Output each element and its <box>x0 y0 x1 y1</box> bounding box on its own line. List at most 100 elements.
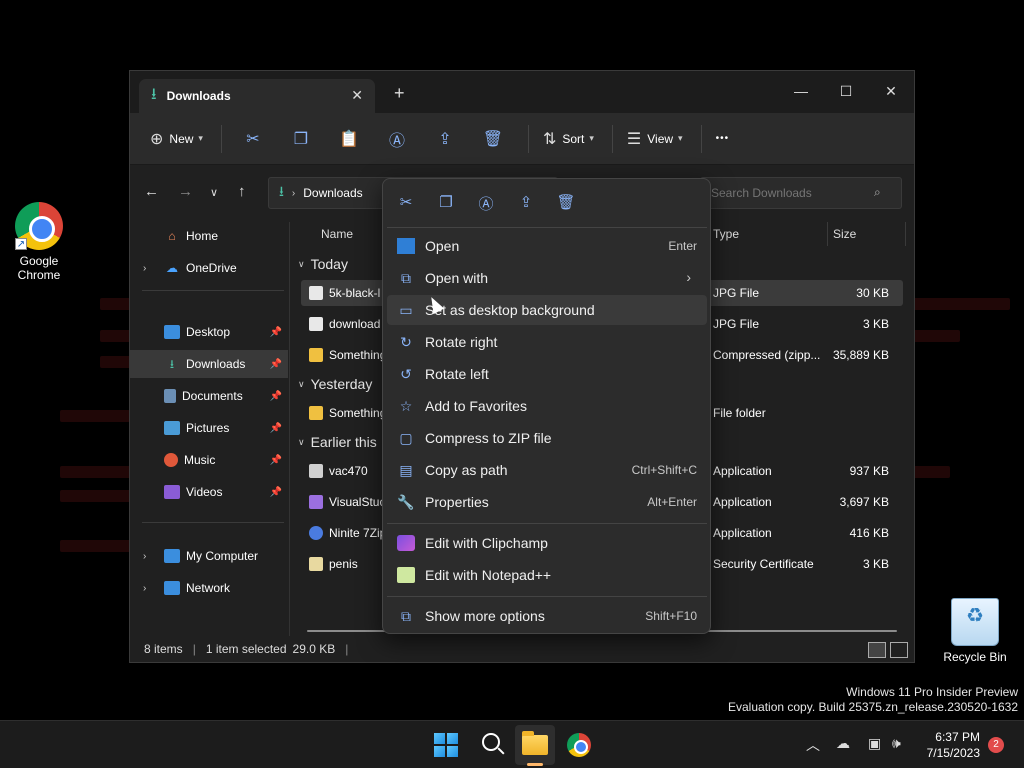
show-hidden-icons-chevron-icon[interactable]: ︿ <box>806 735 820 755</box>
column-header-size[interactable]: Size <box>833 227 856 241</box>
menu-item-open-with[interactable]: ⧉ Open with › <box>387 263 707 293</box>
cut-icon[interactable]: ✂ <box>236 129 270 149</box>
download-arrow-icon: ⭳ <box>151 85 157 103</box>
zip-folder-icon <box>309 348 323 362</box>
nav-item-label: Downloads <box>186 357 246 371</box>
delete-icon[interactable]: 🗑 <box>476 129 510 149</box>
menu-item-properties[interactable]: 🔧 Properties Alt+Enter <box>387 487 707 517</box>
sort-button-label: Sort <box>562 131 585 146</box>
nav-item-desktop[interactable]: Desktop 📌 <box>130 318 288 346</box>
menu-item-compress-zip[interactable]: ▢ Compress to ZIP file <box>387 423 707 453</box>
menu-item-copy-as-path[interactable]: ▤ Copy as path Ctrl+Shift+C <box>387 455 707 485</box>
delete-icon[interactable]: 🗑 <box>553 193 579 215</box>
menu-item-open[interactable]: Open Enter <box>387 231 707 261</box>
view-button[interactable]: ☰ View ▾ <box>627 129 683 149</box>
menu-item-rotate-right[interactable]: ↻ Rotate right <box>387 327 707 357</box>
certificate-icon <box>309 557 323 571</box>
taskbar-file-explorer[interactable] <box>521 731 549 759</box>
back-arrow-icon[interactable]: ← <box>144 183 159 200</box>
nav-item-documents[interactable]: Documents 📌 <box>130 382 288 410</box>
share-icon[interactable]: ⇪ <box>428 129 462 149</box>
sort-button[interactable]: ⇅ Sort ▾ <box>543 129 594 149</box>
volume-icon[interactable]: 🕪 <box>892 735 901 752</box>
menu-item-rotate-left[interactable]: ↺ Rotate left <box>387 359 707 389</box>
nav-item-videos[interactable]: Videos 📌 <box>130 478 288 506</box>
group-header-earlier[interactable]: ∨ Earlier this <box>298 434 377 450</box>
menu-item-show-more-options[interactable]: ⧉ Show more options Shift+F10 <box>387 601 707 631</box>
nav-item-my-computer[interactable]: › My Computer <box>130 542 288 570</box>
menu-item-add-to-favorites[interactable]: ☆ Add to Favorites <box>387 391 707 421</box>
nav-item-onedrive[interactable]: › ☁ OneDrive <box>130 254 288 282</box>
copy-icon[interactable]: ❐ <box>284 129 318 149</box>
system-clock[interactable]: 6:37 PM 7/15/2023 <box>920 729 980 761</box>
details-view-icon[interactable] <box>868 642 886 658</box>
file-type: File folder <box>713 406 766 420</box>
new-button[interactable]: ⊕ New ▾ <box>150 129 203 149</box>
onedrive-offline-icon[interactable]: ☁ <box>836 735 850 752</box>
paste-icon[interactable]: 📋 <box>332 129 366 149</box>
new-tab-button[interactable]: + <box>394 83 405 104</box>
document-icon <box>164 389 176 403</box>
star-icon: ☆ <box>399 398 413 414</box>
nav-item-music[interactable]: Music 📌 <box>130 446 288 474</box>
nav-item-pictures[interactable]: Pictures 📌 <box>130 414 288 442</box>
search-icon[interactable]: ⌕ <box>874 185 881 200</box>
desktop-icon-recycle-bin[interactable]: Recycle Bin <box>936 598 1014 664</box>
rename-icon[interactable]: Ⓐ <box>380 127 414 151</box>
expand-chevron-icon[interactable]: › <box>143 551 146 562</box>
close-window-button[interactable]: ✕ <box>868 76 914 106</box>
taskbar-chrome[interactable] <box>565 731 593 759</box>
large-icons-view-icon[interactable] <box>890 642 908 658</box>
up-arrow-icon[interactable]: ↑ <box>238 183 246 200</box>
search-input[interactable] <box>700 177 902 209</box>
nav-item-network[interactable]: › Network <box>130 574 288 602</box>
clock-date: 7/15/2023 <box>926 746 980 760</box>
pin-icon: 📌 <box>269 326 282 338</box>
share-icon[interactable]: ⇪ <box>513 193 539 215</box>
status-selected-count: 1 item selected <box>205 642 287 656</box>
menu-divider <box>387 523 707 524</box>
menu-item-label: Open with <box>425 270 489 286</box>
nav-item-downloads[interactable]: ⭳ Downloads 📌 <box>130 350 288 378</box>
copy-icon[interactable]: ❐ <box>433 193 459 215</box>
column-header-type[interactable]: Type <box>713 227 739 241</box>
column-header-name[interactable]: Name <box>321 227 353 241</box>
pin-icon: 📌 <box>269 390 282 402</box>
status-divider: | <box>345 642 349 656</box>
wrench-icon: 🔧 <box>397 494 415 510</box>
breadcrumb-downloads[interactable]: Downloads <box>303 186 362 200</box>
close-tab-icon[interactable]: ✕ <box>351 87 363 104</box>
search-button[interactable] <box>477 731 505 759</box>
watermark-line: Evaluation copy. Build 25375.zn_release.… <box>728 700 1018 714</box>
menu-item-edit-notepad-plus-plus[interactable]: Edit with Notepad++ <box>387 560 707 590</box>
context-menu: ✂ ❐ Ⓐ ⇪ 🗑 Open Enter ⧉ Open with › ▭ Set… <box>382 178 711 634</box>
rename-icon[interactable]: Ⓐ <box>473 193 499 215</box>
tab-bar: ⭳ Downloads ✕ + — ☐ ✕ <box>130 71 914 113</box>
menu-item-edit-clipchamp[interactable]: Edit with Clipchamp <box>387 528 707 558</box>
menu-item-shortcut: Alt+Enter <box>647 495 697 509</box>
tab-downloads[interactable]: ⭳ Downloads ✕ <box>139 79 375 113</box>
cut-icon[interactable]: ✂ <box>393 193 419 215</box>
file-name: 5k-black-l <box>329 286 381 300</box>
desktop-icon-label: Google Chrome <box>17 254 61 282</box>
group-header-yesterday[interactable]: ∨ Yesterday <box>298 376 372 392</box>
group-header-today[interactable]: ∨ Today <box>298 256 348 272</box>
column-divider[interactable] <box>905 222 906 246</box>
desktop-icon-chrome[interactable]: ↗ Google Chrome <box>0 202 78 282</box>
forward-arrow-icon[interactable]: → <box>178 183 193 200</box>
notification-badge[interactable]: 2 <box>988 737 1004 753</box>
expand-chevron-icon[interactable]: › <box>143 583 146 594</box>
status-selected-size: 29.0 KB <box>292 642 336 656</box>
expand-chevron-icon[interactable]: › <box>143 263 146 274</box>
minimize-button[interactable]: — <box>778 76 824 106</box>
maximize-button[interactable]: ☐ <box>823 76 869 106</box>
sort-arrows-icon: ⇅ <box>542 130 557 148</box>
recent-locations-chevron-icon[interactable]: ∨ <box>210 186 218 199</box>
more-options-button[interactable]: ••• <box>716 133 730 144</box>
column-divider[interactable] <box>827 222 828 246</box>
start-button[interactable] <box>432 731 460 759</box>
nav-item-home[interactable]: ⌂ Home <box>130 222 288 250</box>
network-icon[interactable]: ▣ <box>868 735 881 752</box>
nav-item-label: Pictures <box>186 421 230 435</box>
menu-item-label: Rotate left <box>425 366 489 382</box>
